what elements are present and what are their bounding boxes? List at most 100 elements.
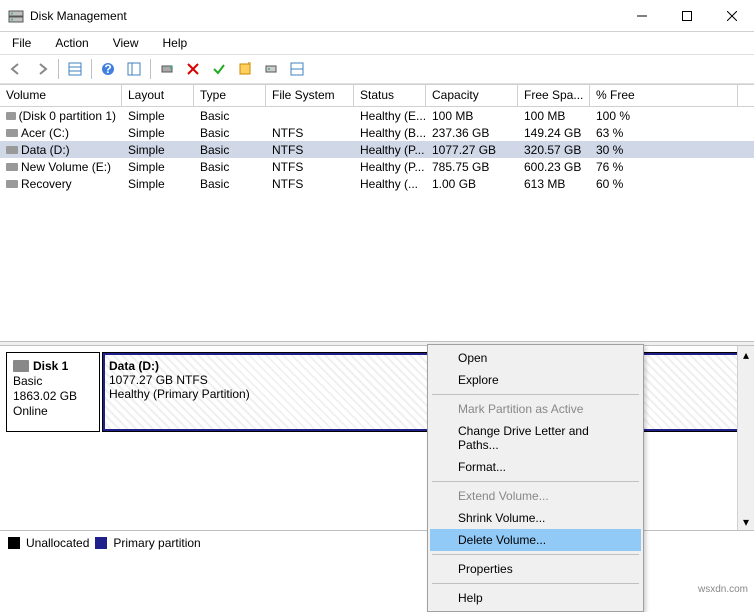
menu-item-help[interactable]: Help [430,587,641,609]
volume-row[interactable]: Acer (C:)SimpleBasicNTFSHealthy (B...237… [0,124,754,141]
volume-icon [6,112,16,120]
hard-disk-icon [13,360,29,372]
volume-list: Volume Layout Type File System Status Ca… [0,84,754,341]
volume-row[interactable]: Data (D:)SimpleBasicNTFSHealthy (P...107… [0,141,754,158]
partition-status: Healthy (Primary Partition) [109,387,741,401]
check-icon[interactable] [207,57,231,81]
volume-type-cell: Basic [194,108,266,124]
volume-free-cell: 600.23 GB [518,159,590,175]
menu-separator [432,554,639,555]
menu-file[interactable]: File [6,34,37,52]
column-header-layout[interactable]: Layout [122,85,194,106]
partition-data-d[interactable]: Data (D:) 1077.27 GB NTFS Healthy (Prima… [102,352,748,432]
maximize-button[interactable] [664,1,709,31]
volume-icon [6,129,18,137]
legend-label-primary: Primary partition [113,536,200,550]
menu-item-properties[interactable]: Properties [430,558,641,580]
disk-size: 1863.02 GB [13,389,93,403]
menu-view[interactable]: View [107,34,145,52]
column-header-freespace[interactable]: Free Spa... [518,85,590,106]
volume-free-cell: 613 MB [518,176,590,192]
volume-name-cell: Acer (C:) [0,125,122,141]
refresh-icon[interactable] [155,57,179,81]
volume-name-cell: Data (D:) [0,142,122,158]
column-header-capacity[interactable]: Capacity [426,85,518,106]
scroll-down-icon[interactable]: ▾ [738,513,754,530]
partition-size: 1077.27 GB NTFS [109,373,741,387]
minimize-button[interactable] [619,1,664,31]
volume-icon [6,180,18,188]
menu-separator [432,394,639,395]
watermark: wsxdn.com [698,584,748,595]
menu-separator [432,481,639,482]
svg-text:?: ? [104,62,111,76]
help-icon[interactable]: ? [96,57,120,81]
app-icon [8,8,24,24]
scroll-up-icon[interactable]: ▴ [738,346,754,363]
volume-status-cell: Healthy (... [354,176,426,192]
volume-layout-cell: Simple [122,159,194,175]
new-icon[interactable]: * [233,57,257,81]
back-button[interactable] [4,57,28,81]
volume-type-cell: Basic [194,125,266,141]
menu-item-explore[interactable]: Explore [430,369,641,391]
volume-capacity-cell: 1.00 GB [426,176,518,192]
volume-capacity-cell: 785.75 GB [426,159,518,175]
menu-separator [432,583,639,584]
column-header-filesystem[interactable]: File System [266,85,354,106]
volume-type-cell: Basic [194,142,266,158]
disk-status: Online [13,404,93,418]
menu-item-change-letter[interactable]: Change Drive Letter and Paths... [430,420,641,456]
volume-name-cell: Recovery [0,176,122,192]
disk-icon[interactable] [259,57,283,81]
volume-pctfree-cell: 60 % [590,176,738,192]
volume-type-cell: Basic [194,176,266,192]
volume-pctfree-cell: 100 % [590,108,738,124]
menu-item-mark-active: Mark Partition as Active [430,398,641,420]
volume-row[interactable]: RecoverySimpleBasicNTFSHealthy (...1.00 … [0,175,754,192]
window-title: Disk Management [30,9,619,23]
grid-icon[interactable] [63,57,87,81]
volume-layout-cell: Simple [122,125,194,141]
disk-info-panel[interactable]: Disk 1 Basic 1863.02 GB Online [6,352,100,432]
menu-action[interactable]: Action [49,34,94,52]
layout-icon[interactable] [285,57,309,81]
volume-status-cell: Healthy (P... [354,159,426,175]
menu-item-open[interactable]: Open [430,347,641,369]
column-header-pctfree[interactable]: % Free [590,85,738,106]
volume-status-cell: Healthy (P... [354,142,426,158]
volume-pctfree-cell: 76 % [590,159,738,175]
delete-icon[interactable] [181,57,205,81]
column-header-type[interactable]: Type [194,85,266,106]
volume-fs-cell: NTFS [266,159,354,175]
volume-pctfree-cell: 30 % [590,142,738,158]
forward-button[interactable] [30,57,54,81]
volume-status-cell: Healthy (B... [354,125,426,141]
context-menu: Open Explore Mark Partition as Active Ch… [427,344,644,612]
close-button[interactable] [709,1,754,31]
volume-free-cell: 320.57 GB [518,142,590,158]
menu-help[interactable]: Help [157,34,194,52]
volume-capacity-cell: 237.36 GB [426,125,518,141]
volume-row[interactable]: New Volume (E:)SimpleBasicNTFSHealthy (P… [0,158,754,175]
volume-fs-cell: NTFS [266,142,354,158]
menu-item-shrink[interactable]: Shrink Volume... [430,507,641,529]
svg-text:*: * [247,62,252,71]
menu-item-delete[interactable]: Delete Volume... [430,529,641,551]
column-header-volume[interactable]: Volume [0,85,122,106]
volume-icon [6,163,18,171]
disk-name: Disk 1 [33,359,68,373]
legend-swatch-unallocated [8,537,20,549]
volume-free-cell: 100 MB [518,108,590,124]
volume-layout-cell: Simple [122,176,194,192]
titlebar: Disk Management [0,0,754,32]
volume-capacity-cell: 1077.27 GB [426,142,518,158]
list-icon[interactable] [122,57,146,81]
volume-icon [6,146,18,154]
menu-item-format[interactable]: Format... [430,456,641,478]
column-header-status[interactable]: Status [354,85,426,106]
vertical-scrollbar[interactable]: ▴ ▾ [737,346,754,530]
volume-type-cell: Basic [194,159,266,175]
disk-type: Basic [13,374,93,388]
volume-row[interactable]: (Disk 0 partition 1)SimpleBasicHealthy (… [0,107,754,124]
